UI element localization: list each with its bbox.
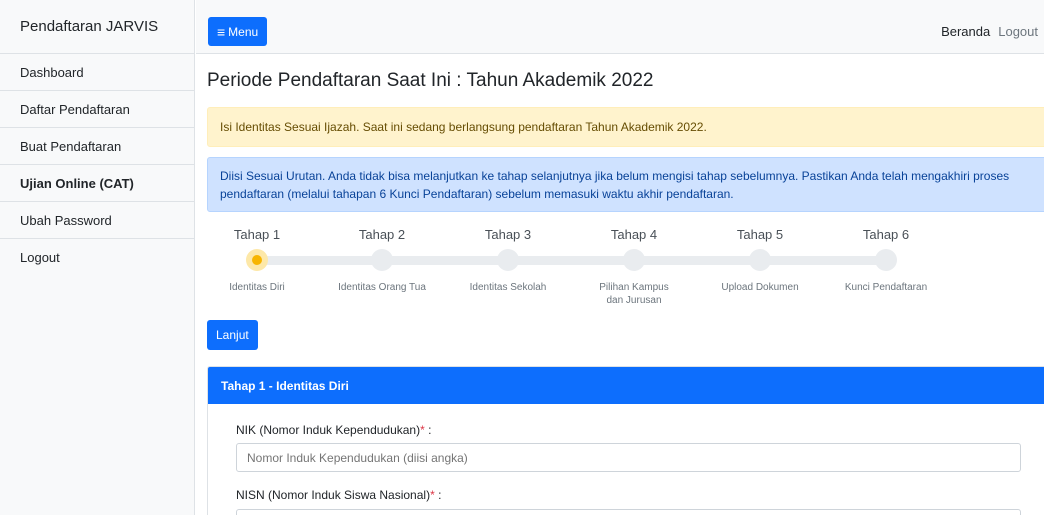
step-title: Tahap 2 [358, 227, 406, 242]
menu-button[interactable]: ≡ Menu [208, 17, 268, 46]
step-dot [623, 249, 645, 271]
sidebar-item-daftar-pendaftaran[interactable]: Daftar Pendaftaran [0, 91, 194, 128]
nik-label: NIK (Nomor Induk Kependudukan)* : [236, 423, 432, 437]
sidebar-item-logout[interactable]: Logout [0, 239, 194, 276]
step-dot [749, 249, 771, 271]
identity-card: Tahap 1 - Identitas Diri NIK (Nomor Indu… [207, 366, 1044, 515]
step-desc: Kunci Pendaftaran [844, 282, 928, 293]
nav-link-logout[interactable]: Logout [998, 24, 1038, 39]
top-navbar: ≡ Menu Beranda Logout [196, 0, 1044, 54]
card-header: Tahap 1 - Identitas Diri [208, 367, 1044, 404]
step-6[interactable]: Tahap 6 Kunci Pendaftaran [831, 226, 941, 294]
step-title: Tahap 6 [862, 227, 910, 242]
nav-links: Beranda Logout [941, 24, 1038, 39]
lanjut-button[interactable]: Lanjut [207, 320, 258, 350]
step-desc: Identitas Sekolah [469, 282, 547, 293]
step-2[interactable]: Tahap 2 Identitas Orang Tua [327, 226, 437, 294]
sidebar-item-ubah-password[interactable]: Ubah Password [0, 202, 194, 239]
step-desc: Pilihan Kampus dan Jurusan [599, 282, 669, 306]
alert-info: Diisi Sesuai Urutan. Anda tidak bisa mel… [207, 157, 1044, 212]
step-1[interactable]: Tahap 1 Identitas Diri [202, 226, 312, 294]
menu-button-label: Menu [228, 24, 259, 39]
step-title: Tahap 5 [736, 227, 784, 242]
step-5[interactable]: Tahap 5 Upload Dokumen [705, 226, 815, 294]
stepper: Tahap 1 Identitas Diri Tahap 2 Identitas… [207, 226, 967, 316]
step-desc: Identitas Orang Tua [338, 282, 426, 293]
step-title: Tahap 4 [610, 227, 658, 242]
nav-link-beranda[interactable]: Beranda [941, 24, 990, 39]
step-desc: Identitas Diri [229, 282, 285, 293]
step-title: Tahap 3 [484, 227, 532, 242]
sidebar-item-buat-pendaftaran[interactable]: Buat Pendaftaran [0, 128, 194, 165]
step-dot [497, 249, 519, 271]
sidebar: Pendaftaran JARVIS Dashboard Daftar Pend… [0, 0, 195, 515]
sidebar-item-ujian-online[interactable]: Ujian Online (CAT) [0, 165, 194, 202]
step-dot-active [246, 249, 268, 271]
sidebar-brand[interactable]: Pendaftaran JARVIS [0, 0, 194, 54]
bars-icon: ≡ [217, 23, 226, 40]
nisn-input[interactable] [236, 509, 1021, 515]
nik-input[interactable] [236, 443, 1021, 472]
step-title: Tahap 1 [233, 227, 281, 242]
step-4[interactable]: Tahap 4 Pilihan Kampus dan Jurusan [579, 226, 689, 307]
page-title: Periode Pendaftaran Saat Ini : Tahun Aka… [207, 70, 654, 91]
alert-warning: Isi Identitas Sesuai Ijazah. Saat ini se… [207, 107, 1044, 147]
step-dot [875, 249, 897, 271]
nisn-label: NISN (Nomor Induk Siswa Nasional)* : [236, 488, 442, 502]
sidebar-item-dashboard[interactable]: Dashboard [0, 54, 194, 91]
main-content: Periode Pendaftaran Saat Ini : Tahun Aka… [196, 54, 1044, 515]
step-dot [371, 249, 393, 271]
step-desc: Upload Dokumen [721, 282, 799, 293]
step-3[interactable]: Tahap 3 Identitas Sekolah [453, 226, 563, 294]
